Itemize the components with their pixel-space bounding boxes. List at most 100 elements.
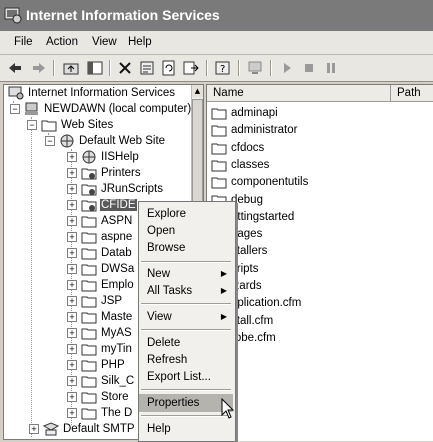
expand-toggle[interactable]: + [67, 264, 77, 274]
tree-item-child[interactable]: + Printers [67, 165, 142, 181]
collapse-toggle[interactable]: − [10, 104, 20, 114]
tree-item-child[interactable]: + PHP [67, 357, 126, 373]
tree-item-child[interactable]: + JSP [67, 293, 123, 309]
scroll-up-arrow-icon[interactable]: ▲ [192, 85, 203, 97]
expand-toggle[interactable]: + [67, 408, 77, 418]
tree-item-computer[interactable]: − NEWDAWN (local computer) [10, 101, 192, 117]
tree-item-child[interactable]: + Emplo [67, 277, 135, 293]
tree-item-child[interactable]: + aspne [67, 229, 133, 245]
column-header-name[interactable]: Name [207, 85, 391, 102]
tree-item-child[interactable]: + Store [67, 389, 130, 405]
tree-item-child[interactable]: + IISHelp [67, 149, 140, 165]
tree-label: IISHelp [101, 151, 139, 163]
refresh-icon[interactable] [160, 59, 178, 77]
tree-item-default-smtp[interactable]: + Default SMTP [29, 421, 136, 437]
virtual-directory-icon [81, 184, 97, 196]
collapse-toggle[interactable]: − [27, 120, 37, 130]
expand-toggle[interactable]: + [67, 328, 77, 338]
list-item[interactable]: componentutils [211, 174, 308, 190]
tree-item-child[interactable]: + DWSa [67, 261, 135, 277]
tree-label: CFIDE [100, 199, 137, 211]
expand-toggle[interactable]: + [67, 360, 77, 370]
title-bar: Internet Information Services [0, 0, 433, 32]
tree-item-child[interactable]: + Silk_C [67, 373, 135, 389]
show-hide-tree-icon[interactable] [86, 59, 104, 77]
tree-item-web-sites[interactable]: − Web Sites [27, 117, 114, 133]
expand-toggle[interactable]: + [29, 424, 39, 434]
tree-item-child[interactable]: + Datab [67, 245, 133, 261]
menu-action[interactable]: Action [46, 36, 78, 48]
expand-toggle[interactable]: + [67, 184, 77, 194]
export-list-icon[interactable] [182, 59, 200, 77]
expand-toggle[interactable]: + [67, 392, 77, 402]
expand-toggle[interactable]: + [67, 200, 77, 210]
forward-arrow-icon[interactable] [30, 59, 48, 77]
help-icon[interactable]: ? [214, 59, 232, 77]
menu-item-explore[interactable]: Explore [139, 205, 233, 223]
folder-icon [81, 328, 97, 340]
tree-item-iis-root[interactable]: Internet Information Services [8, 85, 176, 101]
back-arrow-icon[interactable] [6, 59, 24, 77]
expand-toggle[interactable]: + [67, 232, 77, 242]
iis-app-icon [4, 7, 22, 24]
list-item[interactable]: administrator [211, 122, 297, 138]
menu-item-export-list[interactable]: Export List... [139, 368, 233, 386]
tree-item-default-web-site[interactable]: − Default Web Site [45, 133, 166, 149]
list-item[interactable]: cfdocs [211, 140, 264, 156]
menu-view[interactable]: View [92, 36, 117, 48]
list-item-label: stall.cfm [231, 315, 274, 327]
menu-item-new[interactable]: New ▶ [139, 265, 233, 283]
tree-label: Datab [101, 247, 132, 259]
tree-label: Silk_C [101, 375, 135, 387]
tree-item-child[interactable]: + myTin [67, 341, 133, 357]
tree-item-child[interactable]: + ASPN [67, 213, 133, 229]
start-icon[interactable] [278, 59, 296, 77]
delete-icon[interactable] [116, 59, 134, 77]
up-folder-icon[interactable] [62, 59, 80, 77]
expand-toggle[interactable]: + [67, 344, 77, 354]
scroll-thumb[interactable] [192, 99, 203, 209]
menu-item-label: Refresh [147, 354, 188, 366]
menu-help[interactable]: Help [128, 36, 152, 48]
tree-item-child[interactable]: + JRunScripts [67, 181, 164, 197]
expand-toggle[interactable]: + [67, 376, 77, 386]
list-item-label: adminapi [231, 107, 278, 119]
list-item[interactable]: adminapi [211, 105, 278, 121]
tree-item-child[interactable]: + The D [67, 405, 133, 421]
tree-item-child[interactable]: + MyAS [67, 325, 133, 341]
menu-item-properties[interactable]: Properties [139, 394, 233, 412]
expand-toggle[interactable]: + [67, 312, 77, 322]
computer-icon [25, 102, 38, 115]
menu-item-label: Explore [147, 208, 186, 220]
stop-icon[interactable] [300, 59, 318, 77]
folder-icon [81, 360, 97, 372]
expand-toggle[interactable]: + [67, 152, 77, 162]
properties-icon[interactable] [138, 59, 156, 77]
menu-item-open[interactable]: Open [139, 222, 233, 240]
tree-label: Default Web Site [79, 135, 166, 147]
menu-separator [141, 303, 231, 305]
pause-icon[interactable] [322, 59, 340, 77]
expand-toggle[interactable]: + [67, 296, 77, 306]
list-item-label: stallers [231, 245, 268, 257]
expand-toggle[interactable]: + [67, 168, 77, 178]
computer-icon[interactable] [246, 59, 264, 77]
menu-item-delete[interactable]: Delete [139, 334, 233, 352]
tree-item-child[interactable]: + Maste [67, 309, 133, 325]
folder-icon [81, 296, 97, 308]
list-item[interactable]: classes [211, 157, 269, 173]
menu-item-all-tasks[interactable]: All Tasks ▶ [139, 282, 233, 300]
menu-file[interactable]: File [14, 36, 33, 48]
tree-label: myTin [101, 343, 132, 355]
collapse-toggle[interactable]: − [45, 136, 55, 146]
expand-toggle[interactable]: + [67, 280, 77, 290]
menu-item-view[interactable]: View ▶ [139, 308, 233, 326]
menu-item-refresh[interactable]: Refresh [139, 351, 233, 369]
column-header-path[interactable]: Path [391, 85, 433, 102]
menu-item-help[interactable]: Help [139, 420, 233, 438]
menu-item-browse[interactable]: Browse [139, 239, 233, 257]
expand-toggle[interactable]: + [67, 216, 77, 226]
expand-toggle[interactable]: + [67, 248, 77, 258]
list-item-label: ettingstarted [231, 211, 295, 223]
tree-item-child[interactable]: + CFIDE [67, 197, 137, 213]
